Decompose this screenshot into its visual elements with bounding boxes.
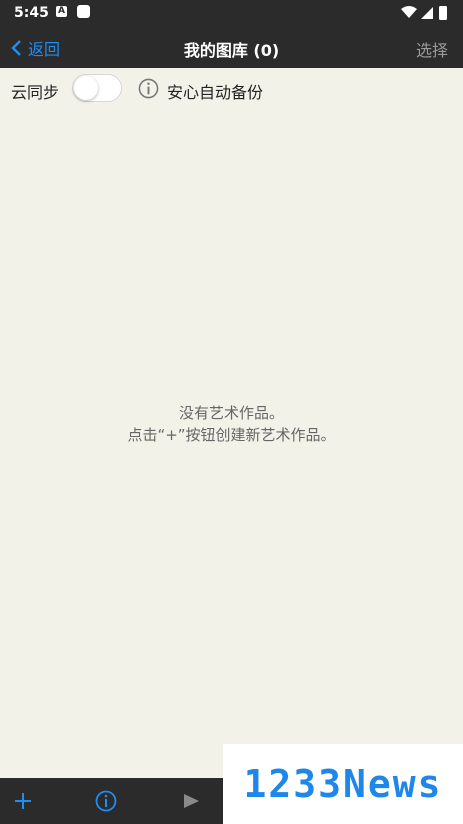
play-icon[interactable] <box>180 790 202 812</box>
cloud-sync-label: 云同步 <box>11 83 60 102</box>
notification-square-icon <box>77 5 90 18</box>
page-title: 我的图库 (0) <box>183 41 280 60</box>
info-icon[interactable] <box>138 78 159 99</box>
bottom-toolbar <box>0 778 223 824</box>
auto-backup-label: 安心自动备份 <box>167 83 264 102</box>
system-status-icons <box>401 6 447 20</box>
status-time: 5:45 <box>14 5 49 21</box>
watermark-text: 1233News <box>243 762 443 806</box>
cloud-sync-toggle[interactable] <box>72 74 122 102</box>
toggle-knob <box>74 76 98 100</box>
select-button[interactable]: 选择 <box>416 37 448 61</box>
notification-a-icon: A <box>56 6 67 17</box>
empty-state-line1: 没有艺术作品。 <box>178 404 284 422</box>
wifi-icon <box>401 6 417 18</box>
empty-state-line2: 点击“+”按钮创建新艺术作品。 <box>127 426 336 444</box>
watermark-logo: 1233News <box>223 744 463 824</box>
info-icon[interactable] <box>95 790 117 812</box>
empty-state: 没有艺术作品。 点击“+”按钮创建新艺术作品。 <box>0 402 463 446</box>
battery-icon <box>439 6 447 20</box>
status-bar: 5:45 A <box>0 0 463 26</box>
cloud-sync-row: 云同步 安心自动备份 <box>0 68 463 110</box>
signal-icon <box>421 7 433 19</box>
nav-bar: 返回 我的图库 (0) 选择 <box>0 26 463 68</box>
add-icon[interactable] <box>12 790 34 812</box>
